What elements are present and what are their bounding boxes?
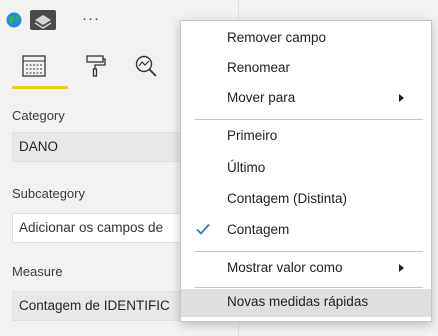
chevron-right-icon bbox=[399, 264, 404, 272]
field-context-menu: Remover campo Renomear Mover para Primei… bbox=[180, 20, 432, 322]
menu-item-label: Remover campo bbox=[227, 30, 327, 45]
menu-item-move-to[interactable]: Mover para bbox=[181, 85, 431, 113]
category-well-label: Category bbox=[12, 108, 65, 123]
menu-separator bbox=[195, 119, 423, 120]
fields-icon[interactable] bbox=[20, 52, 48, 80]
globe-icon[interactable] bbox=[6, 12, 22, 28]
analytics-magnifier-icon[interactable] bbox=[134, 54, 158, 78]
menu-item-last[interactable]: Último bbox=[181, 155, 431, 183]
chevron-right-icon bbox=[399, 94, 404, 102]
menu-item-show-value-as[interactable]: Mostrar valor como bbox=[181, 255, 431, 283]
paint-layers-icon[interactable] bbox=[30, 10, 56, 30]
menu-item-label: Renomear bbox=[227, 60, 291, 75]
format-paint-roller-icon[interactable] bbox=[85, 54, 107, 78]
menu-item-new-quick-measure[interactable]: Novas medidas rápidas bbox=[181, 289, 431, 317]
measure-well-label: Measure bbox=[12, 264, 63, 279]
menu-item-count-distinct[interactable]: Contagem (Distinta) bbox=[181, 186, 431, 214]
subcategory-well-label: Subcategory bbox=[12, 186, 85, 201]
menu-separator bbox=[195, 287, 423, 288]
menu-item-first[interactable]: Primeiro bbox=[181, 123, 431, 151]
menu-item-count[interactable]: Contagem bbox=[181, 217, 431, 245]
menu-separator bbox=[195, 251, 423, 252]
active-tab-indicator bbox=[12, 86, 68, 89]
menu-item-rename[interactable]: Renomear bbox=[181, 55, 431, 83]
menu-item-label: Primeiro bbox=[227, 128, 278, 143]
menu-item-remove-field[interactable]: Remover campo bbox=[181, 25, 431, 53]
checkmark-icon bbox=[196, 223, 210, 235]
menu-item-label: Contagem bbox=[227, 222, 290, 237]
menu-item-label: Mover para bbox=[227, 90, 296, 105]
menu-item-label: Contagem (Distinta) bbox=[227, 191, 348, 206]
menu-item-label: Último bbox=[227, 160, 266, 175]
menu-item-label: Mostrar valor como bbox=[227, 260, 343, 275]
menu-item-label: Novas medidas rápidas bbox=[227, 294, 369, 309]
pane-tabs bbox=[0, 44, 200, 92]
more-visuals-button[interactable]: ··· bbox=[82, 10, 100, 27]
